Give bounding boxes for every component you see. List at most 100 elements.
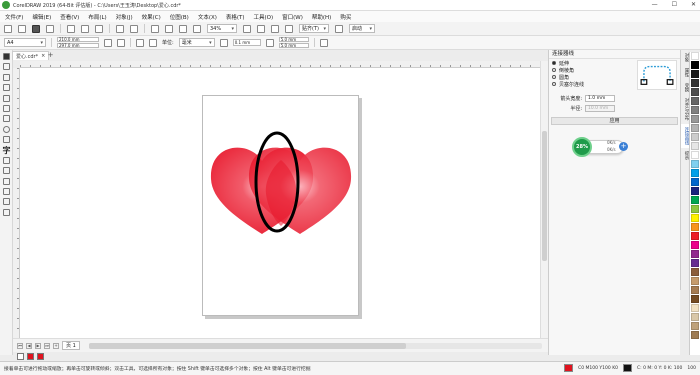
zoom-level-select[interactable]: 34%: [207, 24, 237, 33]
menu-tools[interactable]: 工具(O): [254, 13, 274, 21]
polygon-tool-icon[interactable]: [2, 136, 10, 144]
fill-indicator-swatch[interactable]: [564, 364, 574, 372]
horizontal-scrollbar[interactable]: [88, 342, 542, 349]
menu-edit[interactable]: 编辑(E): [32, 13, 51, 21]
page-height-field[interactable]: 297.0 mm: [57, 43, 99, 48]
fill-color-swatch[interactable]: [27, 353, 34, 360]
palette-swatch-11[interactable]: [691, 151, 699, 159]
last-page-icon[interactable]: ⏭: [44, 342, 50, 349]
menu-effects[interactable]: 效果(C): [142, 13, 161, 21]
palette-swatch-23[interactable]: [691, 259, 699, 267]
guidelines-icon[interactable]: [285, 24, 293, 33]
palette-swatch-25[interactable]: [691, 277, 699, 285]
no-fill-swatch[interactable]: [17, 353, 24, 360]
nudge-distance-field[interactable]: 0.1 mm: [232, 39, 261, 46]
ellipse-tool-icon[interactable]: [2, 125, 10, 133]
palette-swatch-17[interactable]: [691, 205, 699, 213]
palette-swatch-18[interactable]: [691, 214, 699, 222]
cut-icon[interactable]: [67, 24, 75, 33]
paste-icon[interactable]: [95, 24, 103, 33]
palette-swatch-27[interactable]: [691, 295, 699, 303]
tab-objects[interactable]: 对象: [681, 50, 689, 65]
pick-tool-icon[interactable]: [2, 53, 10, 60]
tab-hints[interactable]: 提示: [681, 148, 689, 163]
vertical-scroll-thumb[interactable]: [542, 131, 547, 261]
current-page-icon[interactable]: [149, 38, 157, 47]
page-tab-1[interactable]: 页 1: [62, 341, 80, 350]
palette-swatch-20[interactable]: [691, 232, 699, 240]
palette-swatch-7[interactable]: [691, 115, 699, 123]
next-page-icon[interactable]: ▶: [35, 342, 41, 349]
portrait-icon[interactable]: [104, 38, 112, 47]
palette-swatch-3[interactable]: [691, 79, 699, 87]
options-gear-icon[interactable]: [335, 24, 343, 33]
close-button[interactable]: ✕: [691, 1, 696, 8]
tab-connector[interactable]: 连接器线: [681, 123, 689, 148]
search-content-icon[interactable]: [151, 24, 159, 33]
freehand-tool-icon[interactable]: [2, 94, 10, 102]
first-page-icon[interactable]: ⏮: [17, 342, 23, 349]
vertical-ruler[interactable]: [13, 68, 20, 338]
full-screen-icon[interactable]: [243, 24, 251, 33]
menu-layout[interactable]: 布局(L): [88, 13, 106, 21]
menu-window[interactable]: 窗口(W): [282, 13, 303, 21]
app-launcher-select[interactable]: 启动: [349, 24, 375, 33]
palette-swatch-14[interactable]: [691, 178, 699, 186]
apply-button[interactable]: 应用: [551, 117, 678, 125]
drop-shadow-tool-icon[interactable]: [2, 177, 10, 185]
palette-swatch-9[interactable]: [691, 133, 699, 141]
rulers-icon[interactable]: [257, 24, 265, 33]
tab-align[interactable]: 对齐与分布: [681, 95, 689, 124]
page-size-select[interactable]: A4: [4, 38, 46, 47]
open-icon[interactable]: [18, 24, 26, 33]
all-pages-icon[interactable]: [136, 38, 144, 47]
units-select[interactable]: 毫米: [178, 38, 215, 47]
vertical-scrollbar[interactable]: [540, 61, 548, 338]
page-width-field[interactable]: 210.0 mm: [57, 37, 99, 42]
palette-swatch-0[interactable]: [691, 52, 699, 60]
arrow-width-field[interactable]: 1.0 mm: [585, 94, 615, 102]
interactive-fill-tool-icon[interactable]: [2, 208, 10, 216]
minimize-button[interactable]: —: [652, 1, 658, 8]
new-document-icon[interactable]: [4, 24, 12, 33]
connector-tool-icon[interactable]: [2, 167, 10, 175]
export-icon[interactable]: [179, 24, 187, 33]
zoom-tool-icon[interactable]: [2, 84, 10, 92]
outline-indicator-swatch[interactable]: [623, 364, 633, 372]
rectangle-tool-icon[interactable]: [2, 115, 10, 123]
palette-swatch-5[interactable]: [691, 97, 699, 105]
text-tool-icon[interactable]: 字: [3, 146, 11, 154]
artistic-media-tool-icon[interactable]: [2, 104, 10, 112]
document-tab-close-icon[interactable]: ×: [41, 53, 45, 59]
transparency-tool-icon[interactable]: [2, 188, 10, 196]
grid-icon[interactable]: [271, 24, 279, 33]
quick-customize-icon[interactable]: [319, 38, 328, 47]
menu-file[interactable]: 文件(F): [5, 13, 23, 21]
network-speed-widget[interactable]: 28% 0K/s 0K/s +: [572, 137, 628, 157]
radius-field[interactable]: 10.0 mm: [585, 104, 615, 112]
palette-swatch-12[interactable]: [691, 160, 699, 168]
palette-swatch-26[interactable]: [691, 286, 699, 294]
duplicate-x-field[interactable]: 5.0 mm: [278, 37, 309, 42]
horizontal-scroll-thumb[interactable]: [88, 342, 407, 349]
palette-swatch-24[interactable]: [691, 268, 699, 276]
palette-swatch-13[interactable]: [691, 169, 699, 177]
prev-page-icon[interactable]: ◀: [26, 342, 32, 349]
shape-tool-icon[interactable]: [2, 63, 10, 71]
parallel-dimension-tool-icon[interactable]: [2, 156, 10, 164]
palette-swatch-1[interactable]: [691, 61, 699, 69]
import-icon[interactable]: [165, 24, 173, 33]
menu-text[interactable]: 文本(X): [198, 13, 217, 21]
palette-swatch-22[interactable]: [691, 250, 699, 258]
document-tab[interactable]: 爱心.cdr* ×: [12, 51, 50, 60]
outline-color-swatch[interactable]: [37, 353, 44, 360]
accelerate-plus-icon[interactable]: +: [619, 142, 628, 151]
copy-icon[interactable]: [81, 24, 89, 33]
palette-swatch-6[interactable]: [691, 106, 699, 114]
horizontal-ruler[interactable]: [20, 61, 540, 68]
menu-view[interactable]: 查看(V): [60, 13, 79, 21]
menu-bitmaps[interactable]: 位图(B): [170, 13, 189, 21]
drawing-canvas[interactable]: [20, 68, 540, 338]
undo-icon[interactable]: [116, 24, 124, 33]
landscape-icon[interactable]: [117, 38, 125, 47]
